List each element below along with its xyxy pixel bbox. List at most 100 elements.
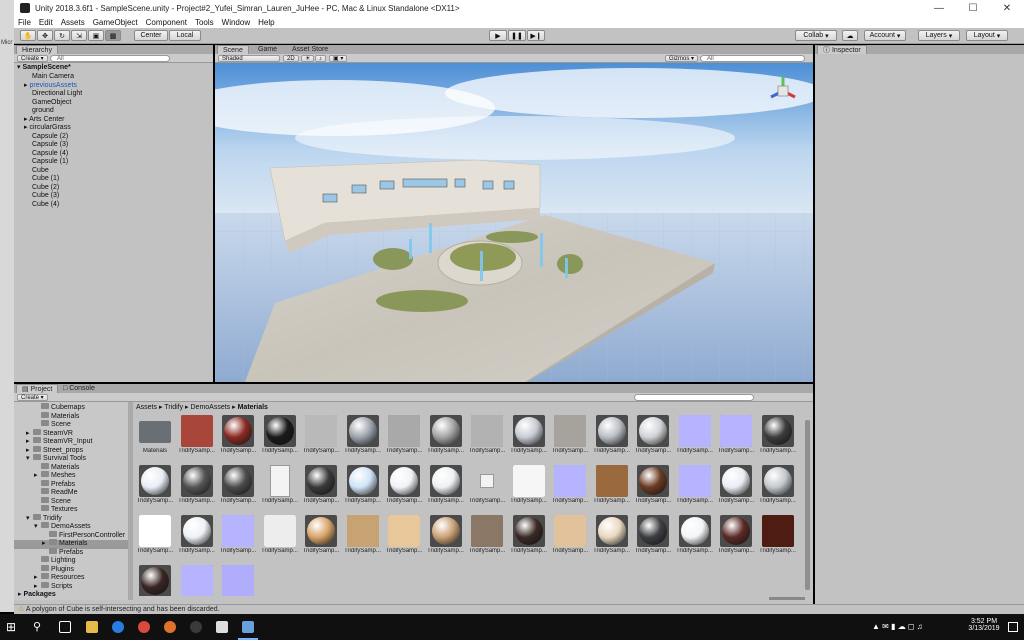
menu-help[interactable]: Help xyxy=(258,18,274,27)
hand-tool-icon[interactable]: ✋ xyxy=(20,30,36,41)
rect-tool-icon[interactable]: ▣ xyxy=(88,30,104,41)
scene-viewport[interactable] xyxy=(215,63,813,382)
menu-file[interactable]: File xyxy=(18,18,31,27)
asset-item[interactable]: TridifySamp... xyxy=(759,514,797,562)
asset-item[interactable]: TridifySamp... xyxy=(593,514,631,562)
hierarchy-item[interactable]: ▸ Arts Center xyxy=(14,116,213,125)
status-message[interactable]: A polygon of Cube is self-intersecting a… xyxy=(26,606,220,613)
menu-edit[interactable]: Edit xyxy=(39,18,53,27)
folder-expand-arrow-icon[interactable]: ▸ xyxy=(26,438,33,447)
folder-item[interactable]: ▾ Survival Tools xyxy=(14,454,128,464)
packages-folder[interactable]: ▸ Packages xyxy=(14,591,56,600)
cloud-icon[interactable]: ☁ xyxy=(842,30,858,41)
asset-item[interactable]: TridifySamp... xyxy=(593,414,631,462)
hierarchy-item[interactable]: Directional Light xyxy=(14,90,213,99)
hierarchy-item[interactable]: Cube xyxy=(14,167,213,176)
tab-project[interactable]: ▤ Project xyxy=(16,384,59,393)
asset-item[interactable]: TridifySamp... xyxy=(219,414,257,462)
asset-item[interactable]: TridifySamp... xyxy=(261,514,299,562)
asset-item[interactable]: TridifySamp... xyxy=(510,514,548,562)
menu-gameobject[interactable]: GameObject xyxy=(93,18,138,27)
hierarchy-search-input[interactable]: All xyxy=(50,55,170,62)
asset-item[interactable]: TridifySamp... xyxy=(676,414,714,462)
thumbnail-size-slider[interactable] xyxy=(769,597,805,600)
asset-item[interactable]: TridifySamp... xyxy=(427,464,465,512)
hierarchy-item[interactable]: Capsule (3) xyxy=(14,141,213,150)
transform-tool-icon[interactable]: ▩ xyxy=(105,30,121,41)
project-search-input[interactable] xyxy=(634,394,754,401)
asset-item[interactable]: TridifySamp... xyxy=(676,514,714,562)
asset-item[interactable]: TridifySamp... xyxy=(717,464,755,512)
asset-item[interactable]: TridifySamp... xyxy=(634,414,672,462)
asset-item[interactable]: TridifySamp... xyxy=(219,464,257,512)
hierarchy-item[interactable]: Capsule (2) xyxy=(14,133,213,142)
asset-item[interactable]: TridifySamp... xyxy=(551,514,589,562)
collab-button[interactable]: Collab ▾ xyxy=(795,30,837,41)
asset-item[interactable]: TridifySamp... xyxy=(510,414,548,462)
asset-item[interactable]: TridifySamp... xyxy=(136,464,174,512)
folder-item[interactable]: Scene xyxy=(14,420,128,430)
lighting-toggle-icon[interactable]: ☀ xyxy=(301,55,315,62)
project-create-button[interactable]: Create ▾ xyxy=(17,394,48,401)
folder-expand-arrow-icon[interactable]: ▸ xyxy=(26,430,33,439)
asset-item[interactable]: TridifySamp... xyxy=(759,464,797,512)
account-button[interactable]: Account ▾ xyxy=(864,30,906,41)
layers-button[interactable]: Layers ▾ xyxy=(918,30,960,41)
hierarchy-create-button[interactable]: Create ▾ xyxy=(17,55,48,62)
scene-search-input[interactable]: All xyxy=(700,55,805,62)
asset-item[interactable]: TridifySamp... xyxy=(717,414,755,462)
asset-item[interactable]: TridifySamp... xyxy=(468,464,506,512)
folder-item[interactable]: ▸ Street_props xyxy=(14,445,128,456)
asset-item[interactable]: TridifySamp... xyxy=(344,464,382,512)
asset-item[interactable]: TridifySamp... xyxy=(344,514,382,562)
folder-item[interactable]: Scene xyxy=(14,496,128,507)
edge-icon[interactable] xyxy=(112,621,124,633)
pivot-center-button[interactable]: Center xyxy=(134,30,168,41)
asset-item[interactable]: TridifySamp... xyxy=(385,464,423,512)
firefox-icon[interactable] xyxy=(164,621,176,633)
breadcrumb-item[interactable]: Tridify xyxy=(164,404,183,411)
play-button[interactable]: ▶ xyxy=(489,30,507,41)
folder-item[interactable]: Materials xyxy=(14,462,128,473)
tab-console[interactable]: □ Console xyxy=(58,384,100,393)
breadcrumb-item[interactable]: DemoAssets xyxy=(191,404,231,411)
folder-item[interactable]: ▾ DemoAssets xyxy=(14,522,128,532)
asset-item[interactable]: TridifySamp... xyxy=(551,464,589,512)
hierarchy-item[interactable]: Cube (4) xyxy=(14,201,213,210)
pivot-local-button[interactable]: Local xyxy=(169,30,201,41)
move-tool-icon[interactable]: ✥ xyxy=(37,30,53,41)
asset-item[interactable]: TridifySamp... xyxy=(551,414,589,462)
asset-item[interactable]: TridifySamp... xyxy=(178,464,216,512)
file-explorer-icon[interactable] xyxy=(86,621,98,633)
asset-item[interactable]: TridifySamp... xyxy=(302,414,340,462)
asset-item[interactable]: TridifySamp... xyxy=(178,514,216,562)
tab-asset-store[interactable]: Asset Store xyxy=(287,45,334,54)
breadcrumb-item[interactable]: Assets xyxy=(136,404,157,411)
asset-item[interactable]: TridifySamp... xyxy=(136,514,174,562)
asset-item[interactable]: TridifySamp... xyxy=(302,464,340,512)
asset-item[interactable]: TridifySamp... xyxy=(634,464,672,512)
scene-root-row[interactable]: ▾ SampleScene* xyxy=(14,64,213,73)
audio-toggle-icon[interactable]: ♪ xyxy=(315,55,326,62)
tab-game[interactable]: Game xyxy=(253,45,283,54)
notification-icon[interactable] xyxy=(1008,622,1018,632)
hierarchy-item[interactable]: ▸ previousAssets xyxy=(14,82,213,91)
folder-item[interactable]: Plugins xyxy=(14,564,128,575)
pause-button[interactable]: ❚❚ xyxy=(508,30,526,41)
asset-item[interactable]: TridifySamp... xyxy=(261,414,299,462)
folder-item[interactable]: ▸ Scripts xyxy=(14,581,128,592)
close-icon[interactable]: ✕ xyxy=(990,3,1024,14)
asset-item[interactable] xyxy=(136,564,174,596)
hierarchy-item[interactable]: Capsule (4) xyxy=(14,150,213,159)
asset-item[interactable]: TridifySamp... xyxy=(593,464,631,512)
effects-dropdown-icon[interactable]: ▣ ▾ xyxy=(329,55,348,62)
folder-expand-arrow-icon[interactable]: ▾ xyxy=(34,523,41,532)
asset-item[interactable]: TridifySamp... xyxy=(219,514,257,562)
scale-tool-icon[interactable]: ⇲ xyxy=(71,30,87,41)
system-tray-icons[interactable]: ▲ ✉ ▮ ☁ ◻ ♫ xyxy=(872,622,962,632)
asset-item[interactable]: TridifySamp... xyxy=(344,414,382,462)
menu-assets[interactable]: Assets xyxy=(61,18,85,27)
folder-expand-arrow-icon[interactable]: ▸ xyxy=(34,574,41,583)
folder-item[interactable]: ▸ SteamVR_Input xyxy=(14,437,128,447)
asset-item[interactable] xyxy=(178,564,216,596)
